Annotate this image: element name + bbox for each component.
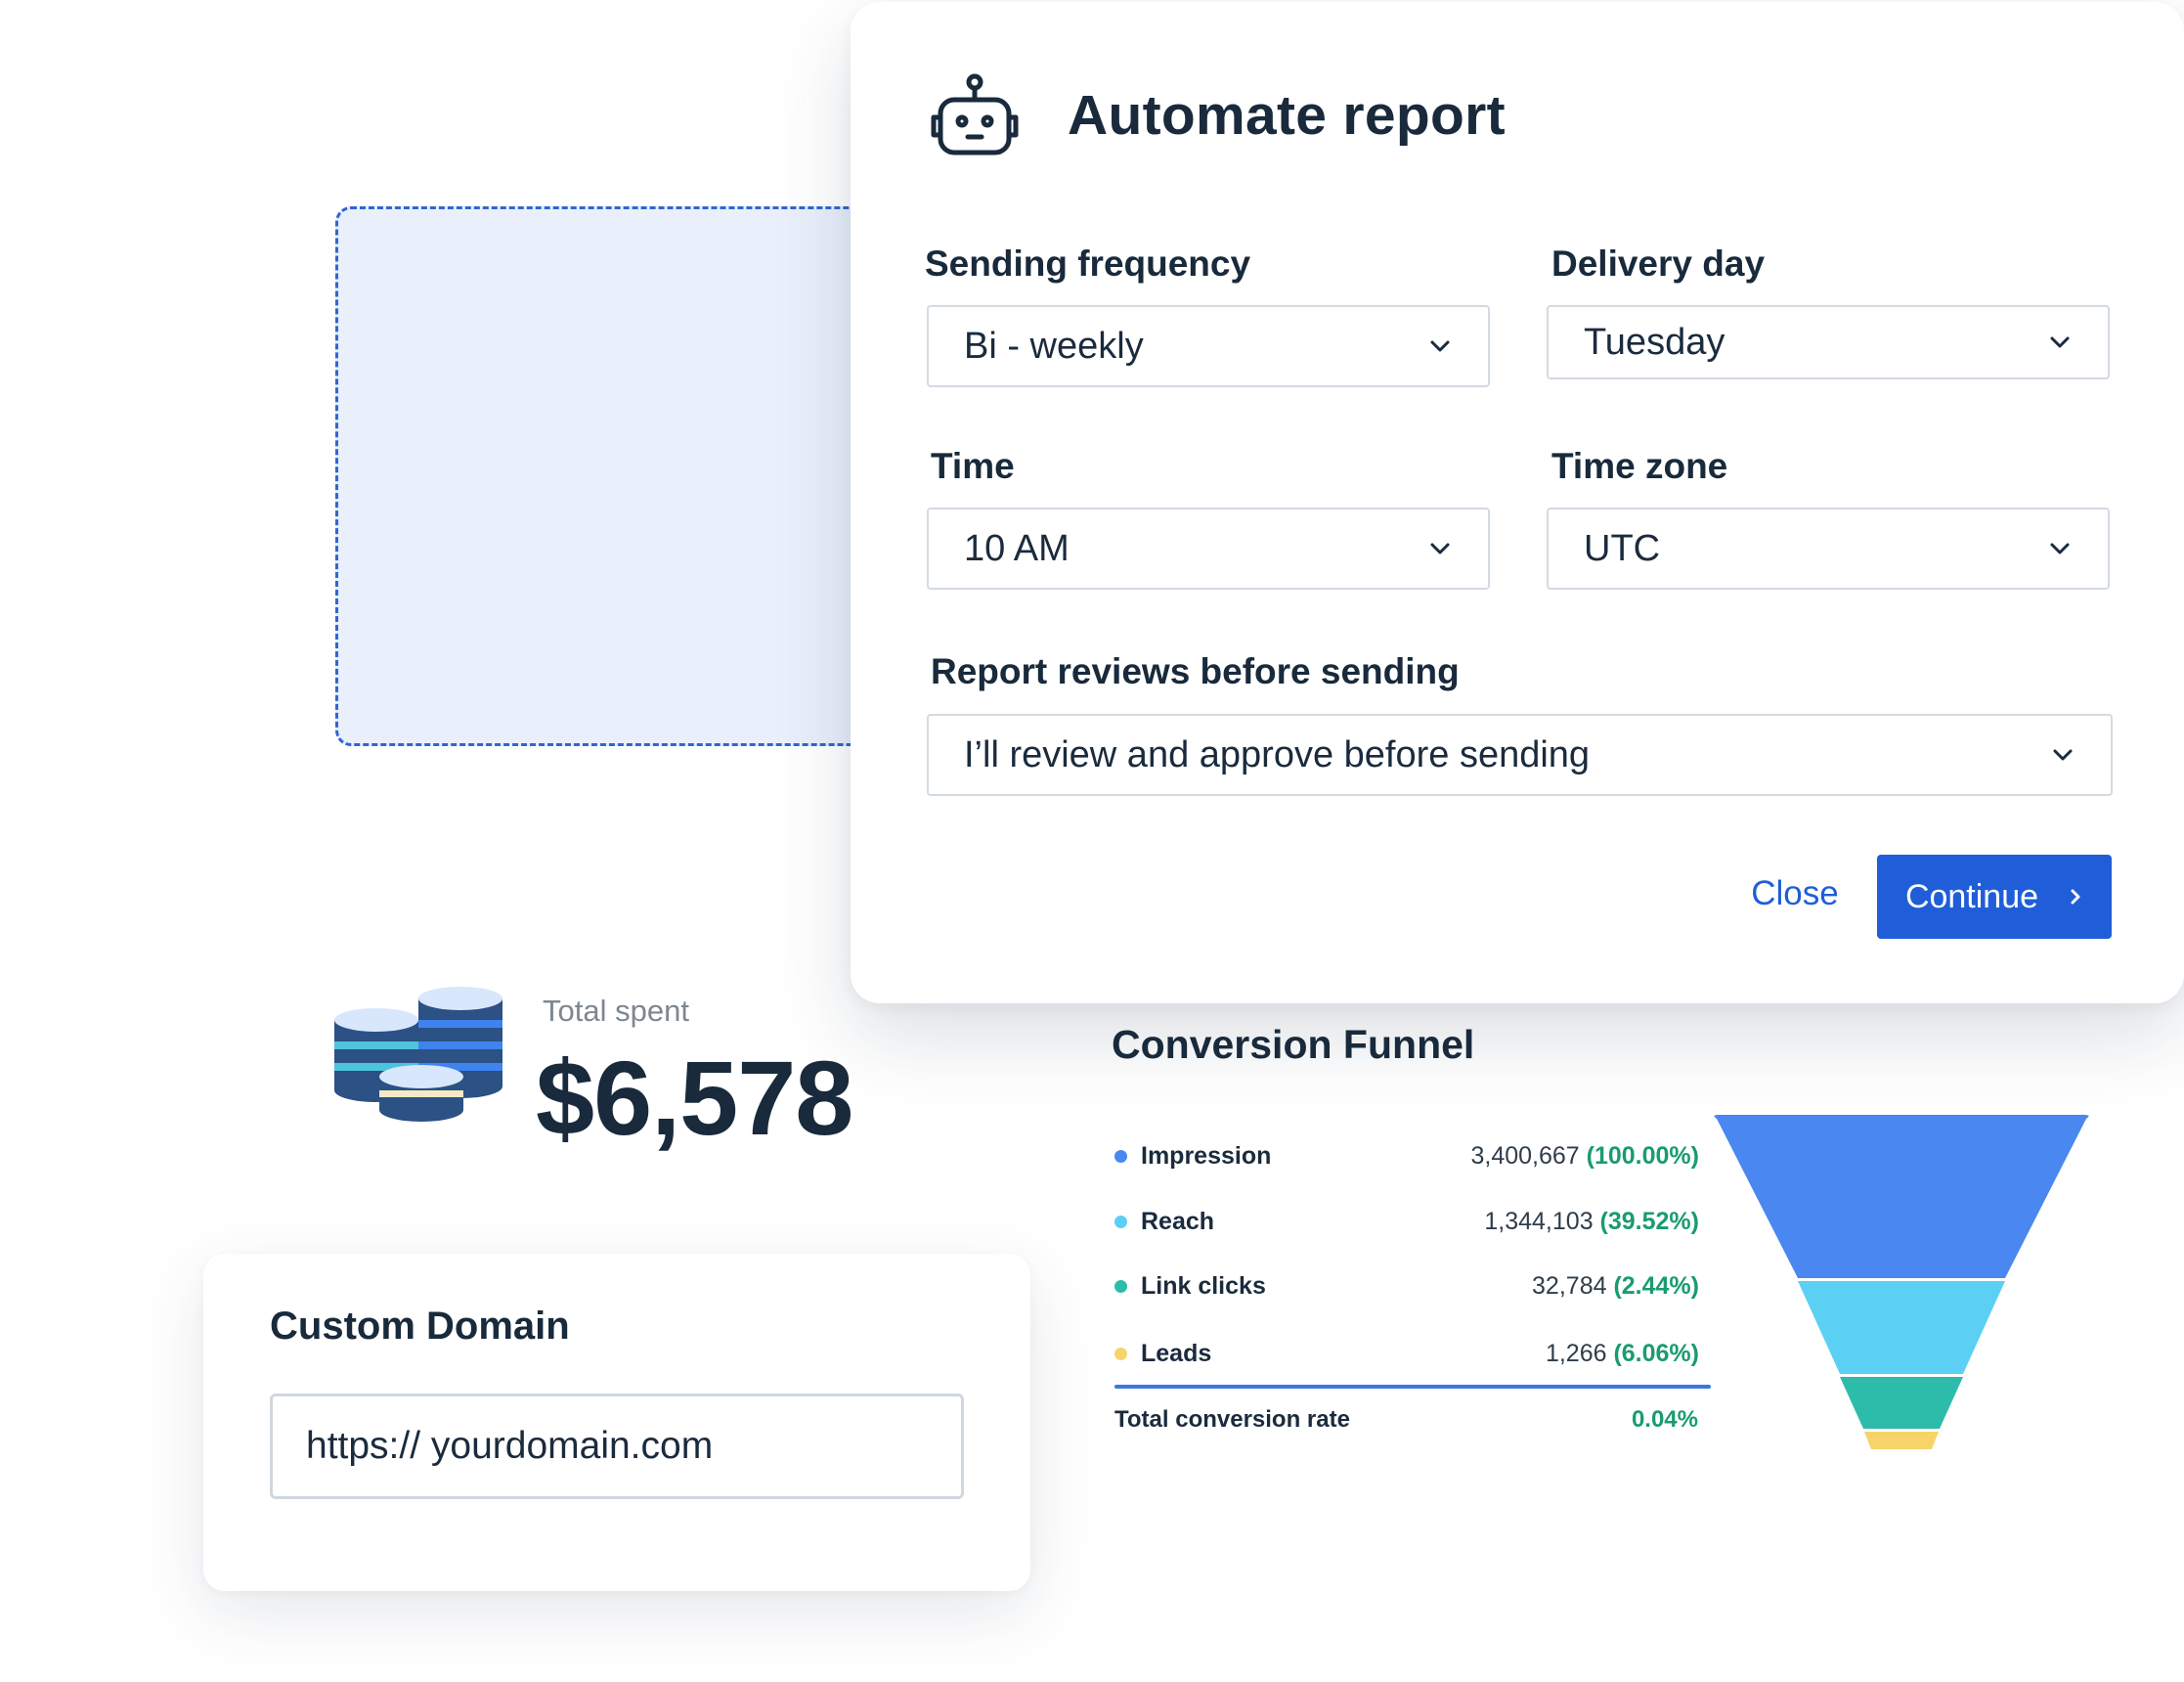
custom-domain-title: Custom Domain <box>270 1305 570 1348</box>
custom-domain-card: Custom Domain https:// yourdomain.com <box>203 1254 1030 1591</box>
custom-domain-input[interactable]: https:// yourdomain.com <box>270 1394 964 1499</box>
legend-dot <box>1114 1216 1127 1228</box>
delivery-day-select[interactable]: Tuesday <box>1547 305 2110 379</box>
funnel-row-value: 1,344,103 (39.52%) <box>1484 1208 1699 1236</box>
time-zone-label: Time zone <box>1551 446 1728 486</box>
funnel-row-percent: (100.00%) <box>1586 1142 1699 1170</box>
time-zone-value: UTC <box>1584 527 1661 569</box>
funnel-divider <box>1114 1385 1711 1389</box>
report-review-select[interactable]: I’ll review and approve before sending <box>927 714 2113 796</box>
sending-frequency-label: Sending frequency <box>925 243 1251 284</box>
legend-dot <box>1114 1150 1127 1163</box>
funnel-row-label: Impression <box>1141 1142 1272 1170</box>
funnel-segment-impression <box>1714 1115 2089 1278</box>
funnel-row-count: 32,784 <box>1532 1272 1607 1300</box>
time-value: 10 AM <box>964 527 1070 569</box>
continue-button[interactable]: Continue <box>1877 855 2112 939</box>
funnel-row-value: 1,266 (6.06%) <box>1546 1340 1699 1368</box>
total-spent-label: Total spent <box>543 994 689 1028</box>
report-review-value: I’ll review and approve before sending <box>964 733 1591 775</box>
funnel-segment-reach <box>1798 1281 2005 1374</box>
funnel-row-value: 32,784 (2.44%) <box>1532 1272 1699 1301</box>
close-button[interactable]: Close <box>1707 853 1883 935</box>
modal-header: Automate report <box>929 72 1506 158</box>
funnel-row-link-clicks: Link clicks 32,784 (2.44%) <box>1114 1268 1701 1307</box>
conversion-funnel-title: Conversion Funnel <box>1112 1022 1475 1067</box>
funnel-row-leads: Leads 1,266 (6.06%) <box>1114 1336 1701 1375</box>
chevron-right-icon <box>2071 889 2080 905</box>
report-review-label: Report reviews before sending <box>931 651 1460 691</box>
total-conversion-label: Total conversion rate <box>1114 1406 1350 1433</box>
funnel-row-count: 3,400,667 <box>1470 1142 1580 1170</box>
chevron-down-icon <box>2050 336 2070 348</box>
robot-icon <box>931 73 1019 155</box>
funnel-row-label: Reach <box>1141 1208 1215 1235</box>
drop-zone-placeholder <box>335 206 902 746</box>
funnel-segment-link-clicks <box>1840 1377 1963 1429</box>
legend-dot <box>1114 1280 1127 1293</box>
funnel-row-reach: Reach 1,344,103 (39.52%) <box>1114 1204 1701 1243</box>
time-label: Time <box>931 446 1015 486</box>
delivery-day-label: Delivery day <box>1551 243 1766 284</box>
funnel-row-count: 1,266 <box>1545 1340 1607 1367</box>
custom-domain-value: https:// yourdomain.com <box>306 1425 714 1467</box>
chevron-down-icon <box>1430 340 1450 352</box>
funnel-row-percent: (2.44%) <box>1613 1272 1699 1300</box>
time-zone-select[interactable]: UTC <box>1547 508 2110 590</box>
conversion-funnel-chart <box>1714 1115 2089 1449</box>
delivery-day-value: Tuesday <box>1584 321 1725 363</box>
sending-frequency-value: Bi - weekly <box>964 325 1144 367</box>
funnel-row-label: Link clicks <box>1141 1272 1266 1300</box>
total-conversion-value: 0.04% <box>1631 1406 1698 1433</box>
funnel-row-label: Leads <box>1141 1340 1212 1367</box>
funnel-row-count: 1,344,103 <box>1484 1208 1594 1235</box>
funnel-row-percent: (39.52%) <box>1599 1208 1699 1235</box>
time-select[interactable]: 10 AM <box>927 508 1490 590</box>
funnel-segment-leads <box>1864 1432 1939 1449</box>
continue-button-label: Continue <box>1904 877 2039 915</box>
funnel-row-value: 3,400,667 (100.00%) <box>1470 1142 1699 1171</box>
coins-stack-icon <box>334 987 502 1122</box>
funnel-row-percent: (6.06%) <box>1613 1340 1699 1367</box>
chevron-down-icon <box>2053 749 2073 761</box>
funnel-row-impression: Impression 3,400,667 (100.00%) <box>1114 1138 1701 1177</box>
total-spent-value: $6,578 <box>536 1039 853 1157</box>
chevron-down-icon <box>2050 543 2070 554</box>
automate-report-modal: Automate report Sending frequency Bi - w… <box>851 2 2184 1003</box>
sending-frequency-select[interactable]: Bi - weekly <box>927 305 1490 387</box>
modal-title: Automate report <box>1068 84 1506 147</box>
chevron-down-icon <box>1430 543 1450 554</box>
legend-dot <box>1114 1348 1127 1360</box>
